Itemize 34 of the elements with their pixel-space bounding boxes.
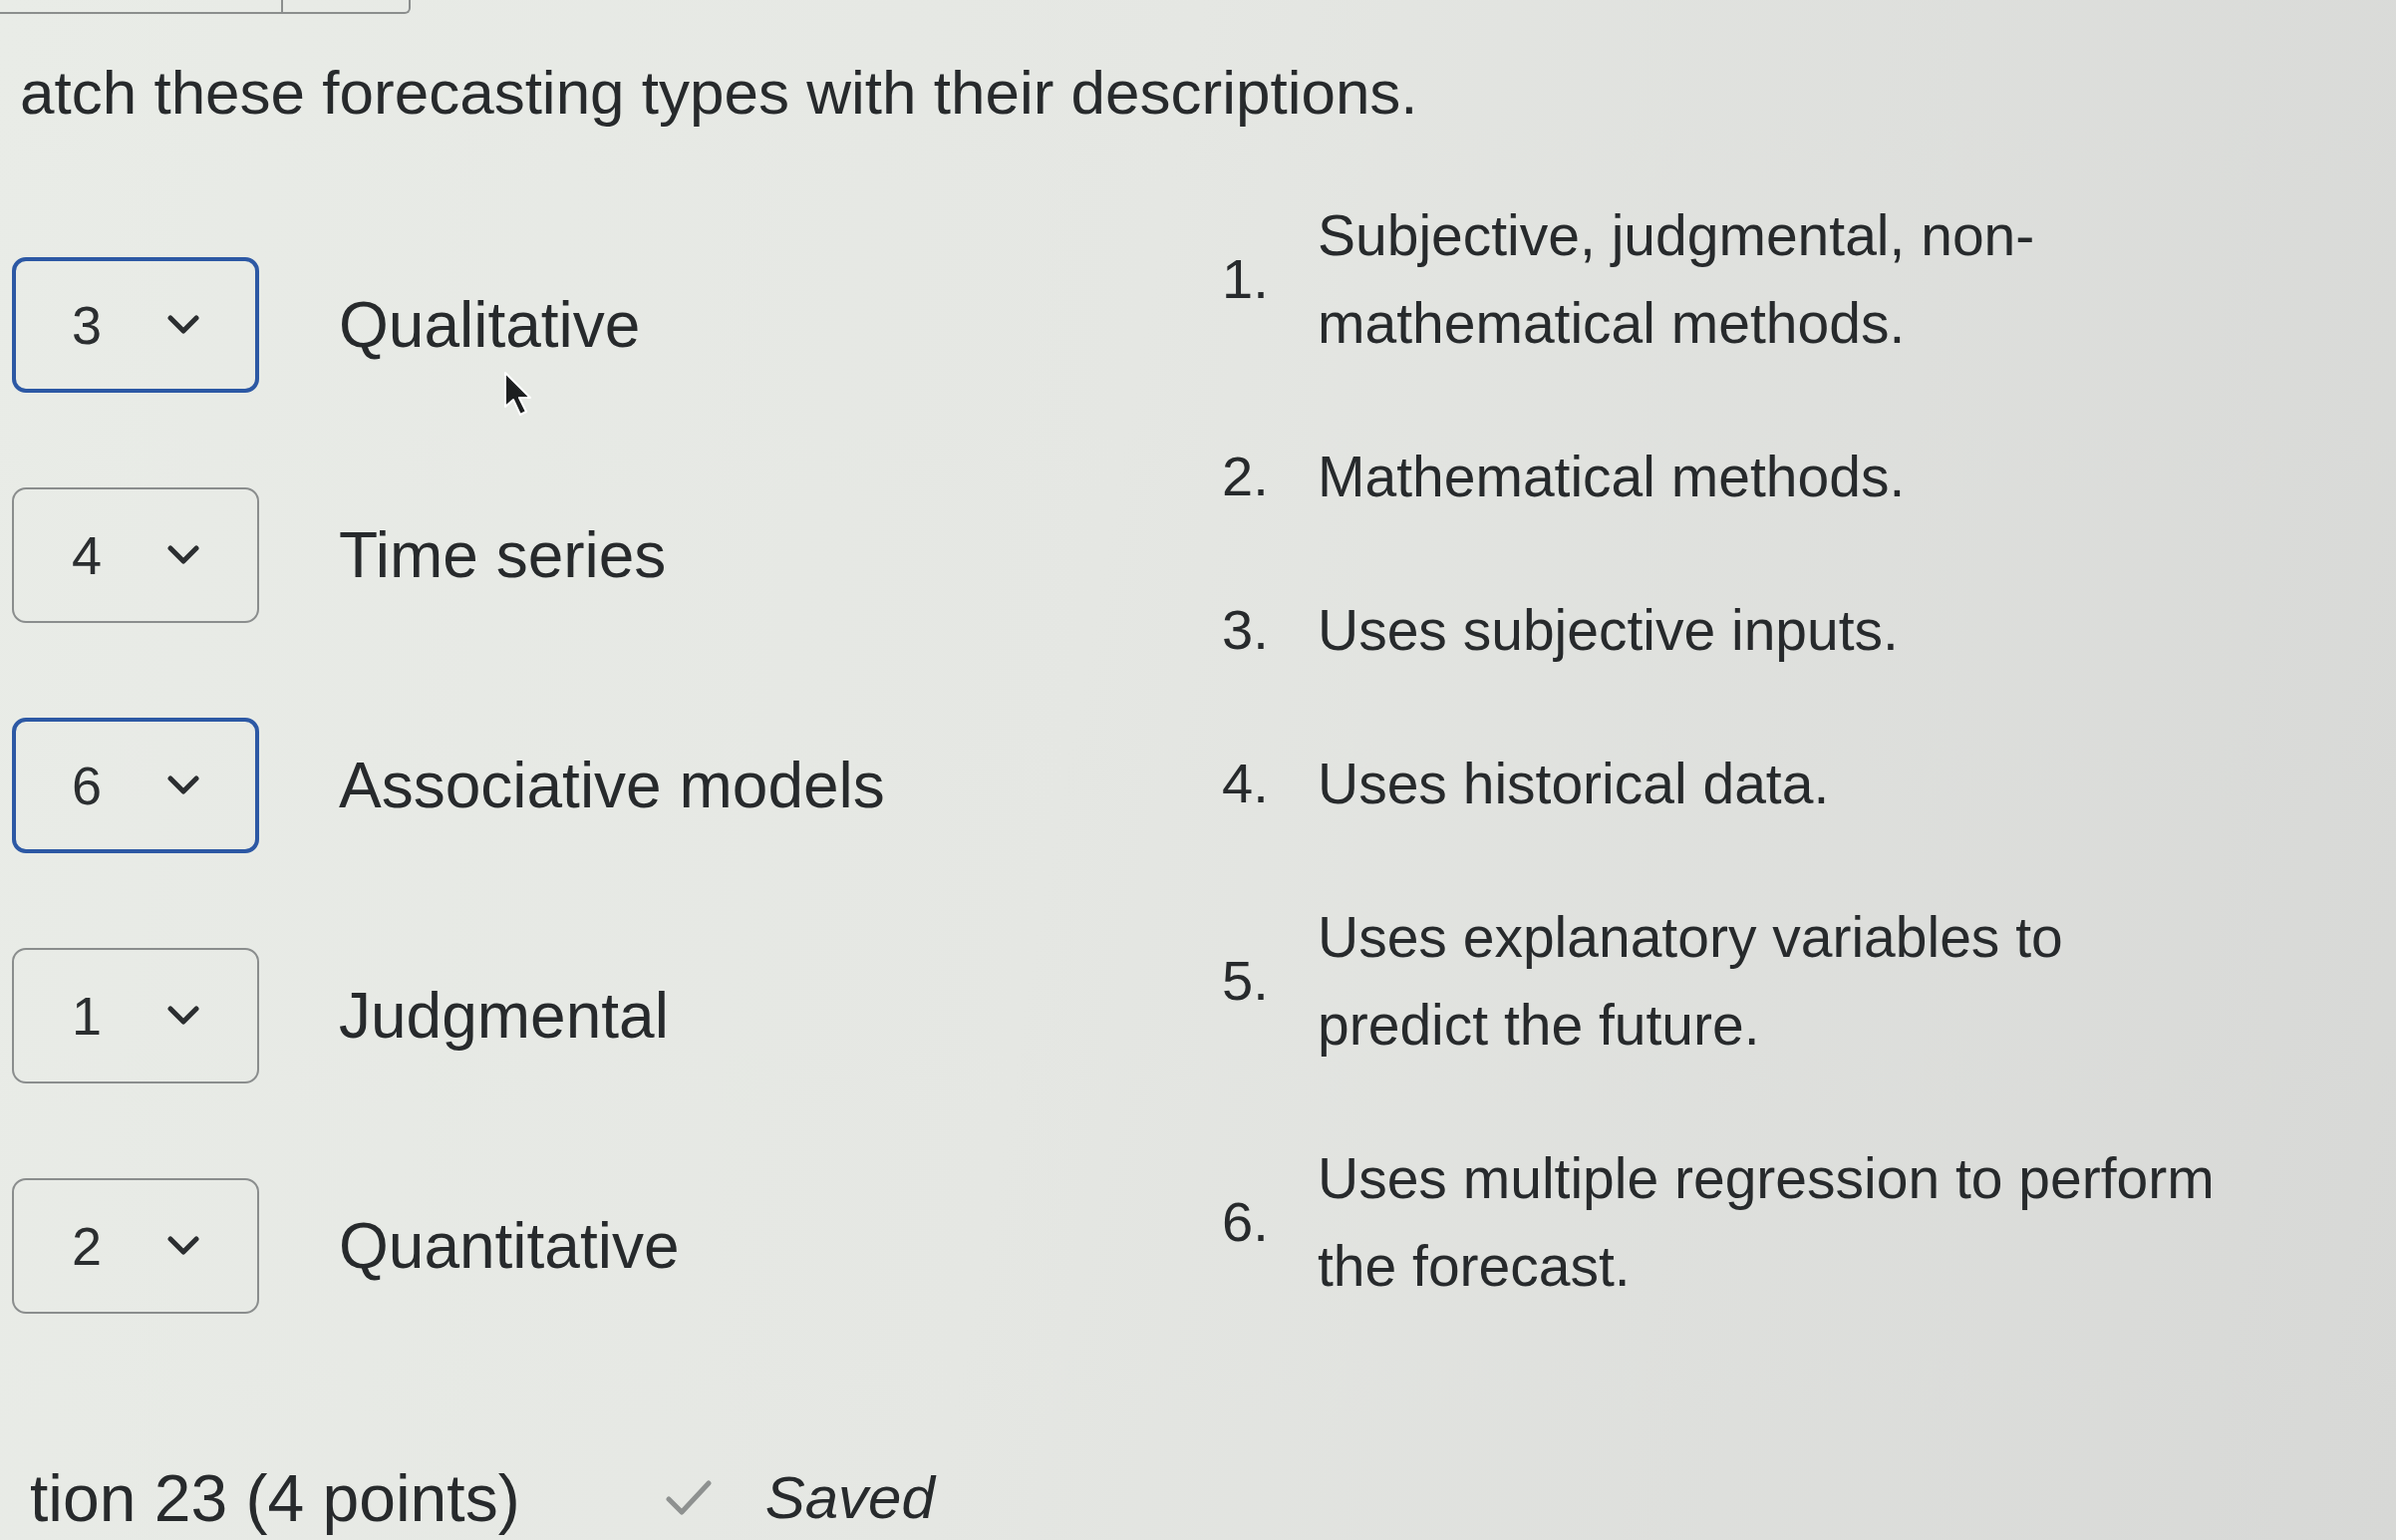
answer-dropdown[interactable]: 3 [12,257,259,393]
term-label: Associative models [339,749,885,822]
description-text: Uses subjective inputs. [1318,597,1900,664]
list-number: 5. [1222,948,1270,1014]
question-label: tion 23 (4 points) [30,1460,520,1536]
chevron-down-icon [167,545,199,565]
term-label: Qualitative [339,288,641,362]
description-text: Uses explanatory variables to predict the future. [1318,904,2064,1059]
list-number: 2. [1222,444,1270,509]
term-label: Time series [339,518,667,592]
chevron-down-icon [167,315,199,335]
term-label: Quantitative [339,1209,680,1283]
toolbar-button[interactable] [283,0,411,14]
chevron-down-icon [167,1006,199,1026]
list-number: 4. [1222,751,1270,816]
description-text: Uses multiple regression to perform the forecast. [1318,1145,2216,1300]
description-text: Mathematical methods. [1318,444,1907,510]
check-icon [665,1480,712,1516]
answer-dropdown[interactable]: 1 [12,948,259,1083]
term-label: Judgmental [339,979,669,1053]
description-text: Subjective, judgmental, non-mathematical methods. [1318,202,2036,357]
answer-dropdown[interactable]: 6 [12,718,259,853]
chevron-down-icon [167,1236,199,1256]
list-number: 6. [1222,1189,1270,1255]
answer-dropdown[interactable]: 4 [12,487,259,623]
save-status: Saved [764,1463,935,1533]
description-text: Uses historical data. [1318,751,1831,817]
toolbar-button[interactable] [0,0,283,14]
chevron-down-icon [167,775,199,795]
list-number: 1. [1222,246,1270,312]
list-number: 3. [1222,597,1270,663]
cursor-icon [503,371,533,417]
answer-dropdown[interactable]: 2 [12,1178,259,1314]
question-prompt: atch these forecasting types with their descriptions. [20,57,1418,129]
